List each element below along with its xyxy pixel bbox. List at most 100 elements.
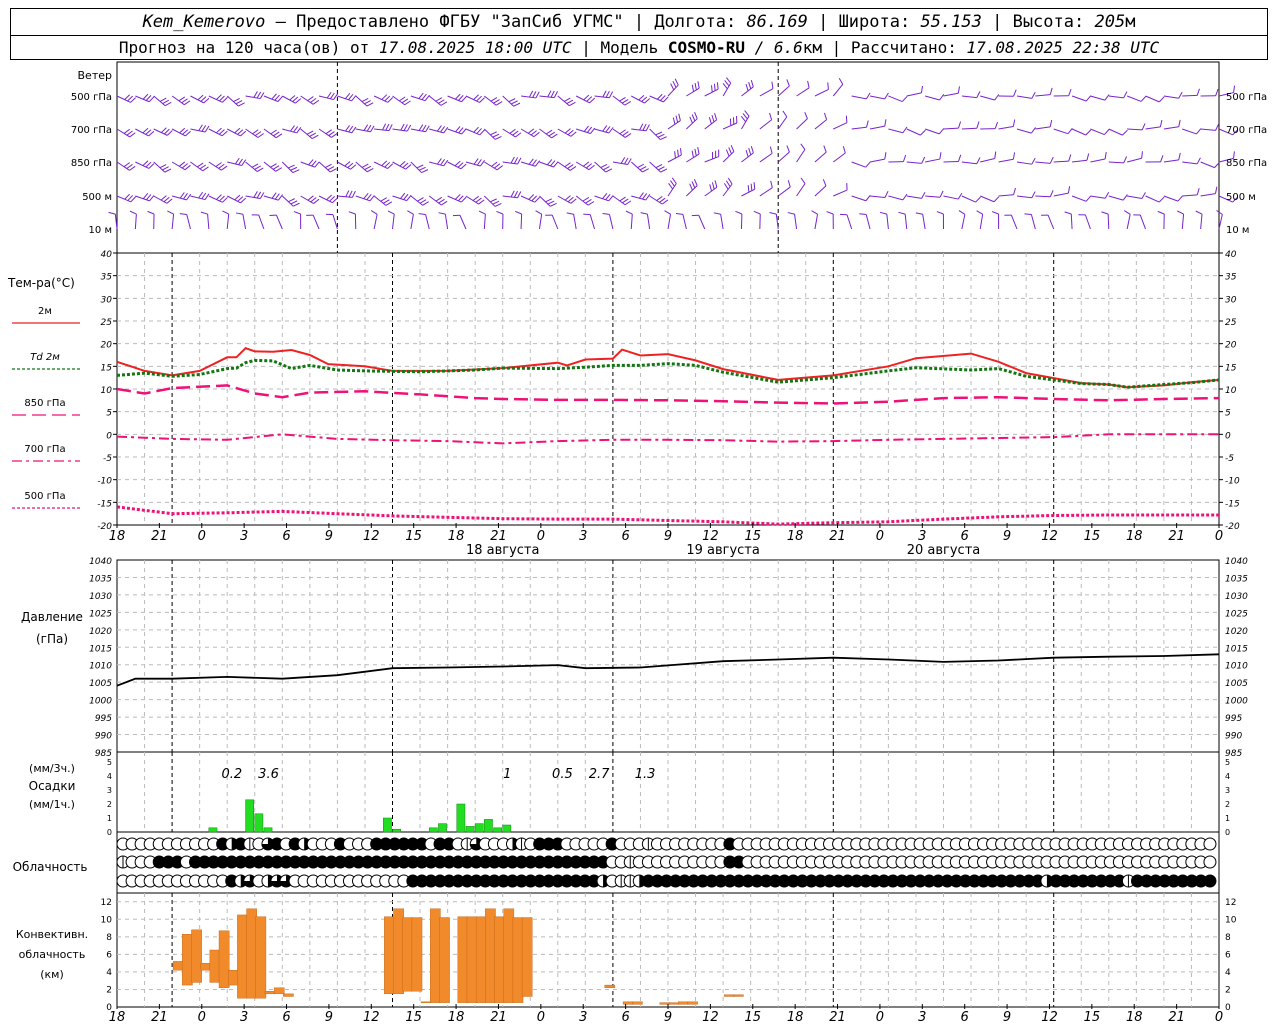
wind-barb-flag bbox=[275, 133, 283, 139]
wind-barb-flag bbox=[327, 166, 335, 171]
wind-barb bbox=[355, 95, 368, 107]
wind-barb-flag bbox=[566, 99, 574, 104]
wind-barb-flag bbox=[533, 131, 540, 138]
wind-barb-flag bbox=[553, 91, 558, 98]
wind-barb-flag bbox=[490, 97, 498, 102]
wind-barb bbox=[483, 214, 486, 230]
wind-barb bbox=[682, 214, 687, 230]
wind-barb bbox=[135, 161, 150, 169]
wind-barb-flag bbox=[939, 190, 944, 198]
pressure-tick-label-right: 1005 bbox=[1225, 679, 1248, 689]
convective-bar bbox=[420, 1001, 432, 1003]
wind-barb-flag bbox=[564, 128, 571, 134]
pressure-tick-label-right: 1000 bbox=[1225, 697, 1248, 707]
wind-barb-flag bbox=[624, 200, 632, 206]
temp-x-tick-label: 3 bbox=[918, 529, 926, 544]
precip-tick-label-left: 1 bbox=[107, 814, 112, 823]
wind-barb-flag bbox=[641, 96, 648, 102]
wind-barb bbox=[153, 161, 166, 173]
wind-barb-flag bbox=[958, 210, 966, 215]
wind-barb-flag bbox=[517, 157, 522, 165]
wind-barb-flag bbox=[727, 177, 733, 185]
wind-barb-flag bbox=[215, 162, 222, 167]
wind-barb bbox=[612, 95, 626, 106]
wind-barb bbox=[943, 160, 959, 163]
wind-barb-flag bbox=[271, 192, 277, 199]
wind-barb bbox=[300, 95, 314, 105]
wind-barb bbox=[242, 214, 247, 230]
wind-barb bbox=[980, 95, 995, 101]
wind-barb-flag bbox=[204, 125, 210, 133]
convective-bar bbox=[494, 916, 505, 1003]
wind-barb-flag bbox=[567, 164, 574, 170]
temp-x-tick-label: 15 bbox=[1084, 529, 1101, 544]
convective-bar bbox=[677, 1001, 689, 1005]
bottom-x-tick-label: 18 bbox=[448, 1010, 465, 1024]
wind-barb-flag bbox=[461, 96, 467, 103]
cloud-title: Облачность bbox=[13, 860, 88, 874]
wind-barb-flag bbox=[270, 163, 277, 168]
wind-barb-flag bbox=[457, 162, 464, 168]
precip-bar bbox=[484, 819, 493, 833]
wind-barb-flag bbox=[1085, 129, 1092, 136]
wind-barb bbox=[720, 214, 724, 230]
convective-bar bbox=[393, 908, 404, 995]
wind-barb-flag bbox=[709, 184, 713, 192]
wind-barb-flag bbox=[1103, 129, 1110, 135]
wind-barb-flag bbox=[233, 97, 240, 103]
wind-barb-flag bbox=[545, 129, 553, 135]
wind-barb bbox=[484, 95, 497, 106]
temp-tick-label-left: 0 bbox=[106, 431, 112, 441]
wind-barb bbox=[869, 158, 885, 163]
wind-barb-flag bbox=[517, 191, 522, 198]
wind-barb-flag bbox=[622, 198, 629, 204]
wind-barb bbox=[686, 118, 698, 130]
wind-barb-flag bbox=[660, 168, 668, 173]
wind-barb-flag bbox=[657, 133, 665, 138]
wind-barb-flag bbox=[865, 92, 871, 100]
convective-bar bbox=[475, 916, 487, 1003]
wind-barb-flag bbox=[735, 210, 743, 215]
cloud-cover-symbol bbox=[1203, 837, 1217, 851]
wind-barb-flag bbox=[1031, 92, 1036, 99]
wind-barb bbox=[833, 152, 846, 163]
pressure-tick-label-left: 1035 bbox=[89, 574, 112, 584]
wind-barb-flag bbox=[418, 213, 426, 215]
wind-barb-flag bbox=[691, 181, 696, 189]
wind-barb-flag bbox=[405, 164, 412, 170]
wind-barb bbox=[1200, 128, 1216, 131]
wind-barb bbox=[1053, 160, 1069, 163]
pressure-tick-label-left: 1040 bbox=[89, 557, 112, 567]
wind-barb bbox=[630, 161, 643, 173]
convective-bar bbox=[283, 993, 294, 997]
wind-barb-flag bbox=[957, 86, 961, 94]
convective-bar bbox=[246, 908, 257, 999]
wind-barb-flag bbox=[274, 94, 280, 101]
wind-barb-flag bbox=[216, 94, 222, 100]
wind-barb-flag bbox=[492, 200, 500, 205]
wind-barb-flag bbox=[1013, 187, 1016, 195]
wind-barb bbox=[557, 161, 571, 171]
wind-barb-flag bbox=[259, 92, 265, 99]
wind-barb-flag bbox=[1049, 190, 1054, 197]
wind-barb-flag bbox=[275, 167, 282, 172]
convective-bar bbox=[209, 949, 221, 983]
wind-barb-flag bbox=[148, 163, 155, 169]
wind-title: Ветер bbox=[78, 69, 112, 82]
wind-barb-flag bbox=[237, 196, 244, 202]
wind-barb-flag bbox=[865, 195, 871, 202]
wind-barb-flag bbox=[1141, 151, 1143, 159]
wind-barb bbox=[573, 214, 577, 230]
bottom-x-tick-label: 18 bbox=[787, 1010, 804, 1024]
convective-tick-label-left: 4 bbox=[106, 968, 112, 978]
wind-barb bbox=[1108, 128, 1123, 136]
wind-barb-flag bbox=[178, 96, 186, 102]
wind-barb bbox=[447, 195, 462, 203]
wind-barb-flag bbox=[627, 158, 632, 165]
wind-barb-flag bbox=[277, 95, 283, 102]
wind-barb bbox=[998, 125, 1014, 130]
wind-barb-flag bbox=[381, 94, 388, 100]
wind-barb-flag bbox=[677, 149, 679, 157]
wind-barb bbox=[1145, 126, 1161, 130]
precip-tick-label-left: 3 bbox=[107, 786, 112, 795]
